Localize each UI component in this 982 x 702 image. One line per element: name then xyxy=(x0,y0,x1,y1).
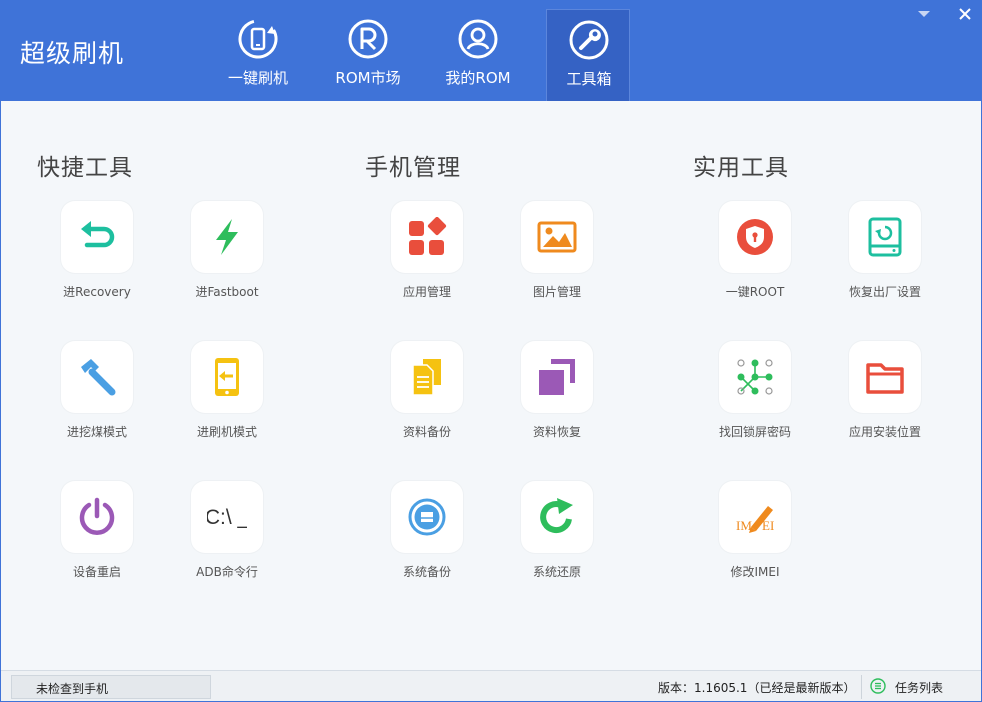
user-icon xyxy=(458,19,498,59)
refresh-arrow-icon xyxy=(540,498,573,534)
tool-icon-box: C:\ _ xyxy=(191,481,263,553)
tool-icon-box xyxy=(849,201,921,273)
tool-icon-box xyxy=(521,341,593,413)
tool-label: 资料备份 xyxy=(402,425,451,439)
shield-lock-icon xyxy=(737,219,773,255)
phone-refresh-icon xyxy=(238,19,278,59)
app-title: 超级刷机 xyxy=(20,39,125,68)
restore-squares-icon xyxy=(539,359,575,395)
wrench-icon xyxy=(569,20,609,60)
close-icon[interactable] xyxy=(957,6,973,22)
minimize-icon[interactable] xyxy=(916,6,932,22)
disk-backup-icon xyxy=(408,498,446,536)
title-bar: 超级刷机 一键刷机 ROM市场 我的ROM 工具箱 xyxy=(0,0,982,101)
tool-label: 系统备份 xyxy=(402,565,451,579)
tool-icon-box xyxy=(191,341,263,413)
tool-app-install-location[interactable]: 应用安装位置 xyxy=(829,341,939,451)
tool-modify-imei[interactable]: IM EI 修改IMEI xyxy=(699,481,809,591)
tool-label: ADB命令行 xyxy=(196,565,258,579)
tool-factory-reset[interactable]: 恢复出厂设置 xyxy=(829,201,939,311)
tool-mining-mode[interactable]: 进挖煤模式 xyxy=(41,341,151,451)
tab-rom-market[interactable]: ROM市场 xyxy=(326,9,410,101)
picture-icon xyxy=(537,221,577,253)
tool-system-backup[interactable]: 系统备份 xyxy=(371,481,481,591)
tool-label: 资料恢复 xyxy=(532,425,581,439)
tool-label: 恢复出厂设置 xyxy=(848,285,921,299)
tool-icon-box xyxy=(61,481,133,553)
tool-label: 系统还原 xyxy=(532,565,581,579)
status-divider xyxy=(861,675,862,699)
tool-data-restore[interactable]: 资料恢复 xyxy=(501,341,611,451)
task-list-icon xyxy=(870,678,886,694)
tab-label: 工具箱 xyxy=(566,70,612,88)
tab-label: ROM市场 xyxy=(335,69,401,87)
tool-label: 进Recovery xyxy=(63,285,131,299)
app-grid-icon xyxy=(409,217,447,255)
power-icon xyxy=(79,497,115,535)
tool-label: 找回锁屏密码 xyxy=(718,425,791,439)
tool-icon-box xyxy=(61,341,133,413)
factory-reset-icon xyxy=(868,217,902,257)
tool-icon-box xyxy=(191,201,263,273)
tool-icon-box: IM EI xyxy=(719,481,791,553)
tool-icon-box xyxy=(521,201,593,273)
tool-recovery[interactable]: 进Recovery xyxy=(41,201,151,311)
tool-icon-box xyxy=(849,341,921,413)
tool-label: 进挖煤模式 xyxy=(66,425,127,439)
tool-label: 应用安装位置 xyxy=(848,425,921,439)
tab-one-click-flash[interactable]: 一键刷机 xyxy=(216,9,300,101)
tool-label: 一键ROOT xyxy=(725,285,785,299)
tool-flash-mode[interactable]: 进刷机模式 xyxy=(171,341,281,451)
tab-my-rom[interactable]: 我的ROM xyxy=(436,9,520,101)
tool-system-restore[interactable]: 系统还原 xyxy=(501,481,611,591)
tool-device-reboot[interactable]: 设备重启 xyxy=(41,481,151,591)
tool-fastboot[interactable]: 进Fastboot xyxy=(171,201,281,311)
return-arrow-icon xyxy=(81,221,115,248)
tool-one-click-root[interactable]: 一键ROOT xyxy=(699,201,809,311)
tool-label: 进Fastboot xyxy=(195,285,259,299)
tool-icon-box xyxy=(719,201,791,273)
section-title-quick-tools: 快捷工具 xyxy=(37,155,133,181)
tool-icon-box xyxy=(391,201,463,273)
tool-adb-command-line[interactable]: C:\ _ ADB命令行 xyxy=(171,481,281,591)
tool-icon-box xyxy=(61,201,133,273)
command-line-icon-text: C:\ _ xyxy=(207,506,247,529)
tool-picture-management[interactable]: 图片管理 xyxy=(501,201,611,311)
tool-data-backup[interactable]: 资料备份 xyxy=(371,341,481,451)
section-title-phone-management: 手机管理 xyxy=(365,155,461,181)
tool-label: 图片管理 xyxy=(532,285,581,299)
task-list-label: 任务列表 xyxy=(895,681,944,695)
tab-label: 一键刷机 xyxy=(227,69,288,87)
command-line-icon: C:\ _ xyxy=(207,506,247,529)
folder-icon xyxy=(866,363,904,394)
device-connection-status: 未检查到手机 xyxy=(11,675,211,699)
toolbox-panel: 快捷工具 手机管理 实用工具 进Recovery 进Fastboot 进挖煤模式 xyxy=(1,101,981,670)
phone-arrow-icon xyxy=(215,358,239,396)
tab-label: 我的ROM xyxy=(445,69,511,87)
section-title-utilities: 实用工具 xyxy=(693,155,789,181)
task-list-button[interactable]: 任务列表 xyxy=(870,676,970,698)
tool-app-management[interactable]: 应用管理 xyxy=(371,201,481,311)
tool-icon-box xyxy=(391,481,463,553)
tool-recover-lock-password[interactable]: 找回锁屏密码 xyxy=(699,341,809,451)
imei-pen-icon: IM EI xyxy=(736,506,774,533)
tool-label: 应用管理 xyxy=(402,285,451,299)
document-backup-icon xyxy=(412,359,441,396)
lightning-icon xyxy=(216,219,238,255)
tool-label: 进刷机模式 xyxy=(196,425,257,439)
tool-label: 修改IMEI xyxy=(730,565,780,579)
tool-icon-box xyxy=(719,341,791,413)
rom-market-icon xyxy=(348,19,388,59)
tool-icon-box xyxy=(521,481,593,553)
hammer-icon xyxy=(81,359,116,396)
version-info: 版本：1.1605.1（已经是最新版本） xyxy=(658,681,856,695)
tool-label: 设备重启 xyxy=(72,565,121,579)
tab-toolbox[interactable]: 工具箱 xyxy=(546,9,630,101)
status-bar: 未检查到手机 版本：1.1605.1（已经是最新版本） 任务列表 xyxy=(0,670,982,702)
tool-icon-box xyxy=(391,341,463,413)
pattern-lock-icon xyxy=(737,359,773,395)
